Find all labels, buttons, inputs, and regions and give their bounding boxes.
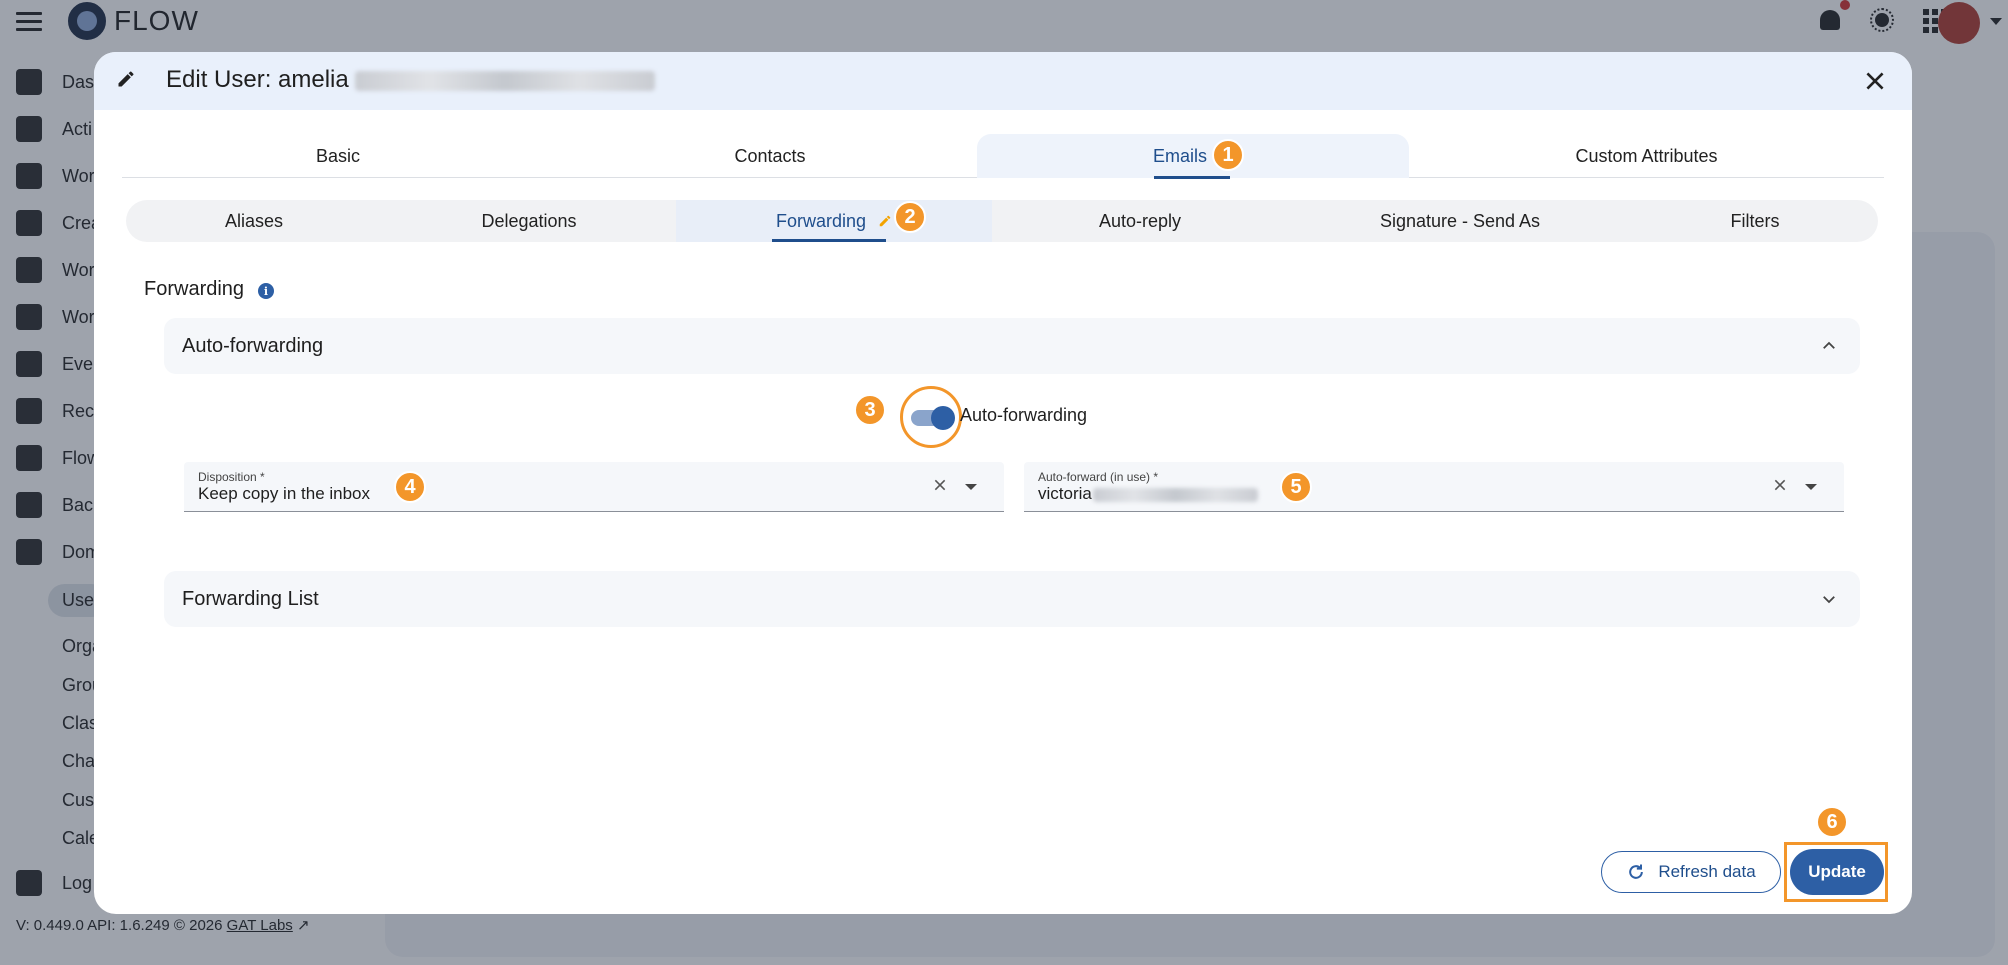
main-tabs: Basic Contacts Emails Custom Attributes bbox=[122, 134, 1884, 179]
update-button[interactable]: Update bbox=[1790, 849, 1884, 895]
tab-basic[interactable]: Basic bbox=[122, 134, 554, 178]
auto-forwarding-panel-header[interactable]: Auto-forwarding bbox=[164, 318, 1860, 374]
annotation-badge-2: 2 bbox=[894, 201, 926, 233]
dialog-header: Edit User: amelia bbox=[94, 52, 1912, 110]
chevron-down-icon[interactable] bbox=[1820, 590, 1838, 608]
dropdown-caret-icon[interactable] bbox=[965, 484, 977, 490]
subtab-signature-send-as[interactable]: Signature - Send As bbox=[1288, 200, 1632, 242]
section-title-forwarding: Forwarding bbox=[144, 278, 245, 300]
refresh-icon bbox=[1629, 864, 1644, 879]
auto-forwarding-panel-title: Auto-forwarding bbox=[182, 335, 324, 357]
disposition-select[interactable]: Disposition * Keep copy in the inbox bbox=[184, 462, 1004, 512]
forwarding-list-panel-header[interactable]: Forwarding List bbox=[164, 571, 1860, 627]
blurred-email bbox=[1092, 487, 1258, 502]
disposition-label: Disposition * bbox=[198, 470, 265, 484]
chevron-up-icon[interactable] bbox=[1820, 337, 1838, 355]
info-icon[interactable]: i bbox=[258, 283, 274, 299]
annotation-badge-3: 3 bbox=[854, 394, 886, 426]
subtab-filters[interactable]: Filters bbox=[1632, 200, 1878, 242]
pencil-icon bbox=[118, 71, 134, 87]
tab-contacts[interactable]: Contacts bbox=[554, 134, 986, 178]
subtab-forwarding-underline bbox=[772, 239, 886, 242]
sub-tabs: Aliases Delegations Forwarding Auto-repl… bbox=[126, 200, 1878, 242]
dropdown-caret-icon[interactable] bbox=[1805, 484, 1817, 490]
blurred-email bbox=[354, 70, 655, 91]
annotation-badge-5: 5 bbox=[1280, 471, 1312, 503]
toggle-knob bbox=[931, 406, 955, 430]
dialog-title: Edit User: amelia bbox=[166, 66, 655, 94]
tab-custom-attributes[interactable]: Custom Attributes bbox=[1409, 134, 1884, 178]
edited-pencil-icon bbox=[879, 215, 891, 227]
forwarding-list-panel-title: Forwarding List bbox=[182, 588, 319, 610]
annotation-badge-1: 1 bbox=[1212, 139, 1244, 171]
auto-forward-select[interactable]: Auto-forward (in use) * victoria bbox=[1024, 462, 1844, 512]
edit-user-dialog: Edit User: amelia Basic Contacts Emails … bbox=[94, 52, 1912, 914]
subtab-forwarding[interactable]: Forwarding bbox=[676, 200, 992, 242]
auto-forwarding-toggle-label: Auto-forwarding bbox=[960, 405, 1088, 425]
auto-forwarding-toggle[interactable] bbox=[900, 386, 962, 448]
subtab-aliases[interactable]: Aliases bbox=[126, 200, 382, 242]
clear-icon[interactable] bbox=[1772, 477, 1788, 493]
annotation-badge-4: 4 bbox=[394, 471, 426, 503]
auto-forward-value: victoria bbox=[1038, 484, 1258, 504]
clear-icon[interactable] bbox=[932, 477, 948, 493]
refresh-data-button[interactable]: Refresh data bbox=[1601, 851, 1781, 893]
subtab-delegations[interactable]: Delegations bbox=[382, 200, 676, 242]
auto-forward-label: Auto-forward (in use) * bbox=[1038, 470, 1159, 484]
tab-emails[interactable]: Emails bbox=[977, 134, 1409, 179]
subtab-auto-reply[interactable]: Auto-reply bbox=[992, 200, 1288, 242]
tab-emails-underline bbox=[1154, 176, 1230, 179]
close-icon[interactable] bbox=[1862, 68, 1888, 94]
annotation-badge-6: 6 bbox=[1816, 806, 1848, 838]
disposition-value: Keep copy in the inbox bbox=[198, 484, 371, 503]
